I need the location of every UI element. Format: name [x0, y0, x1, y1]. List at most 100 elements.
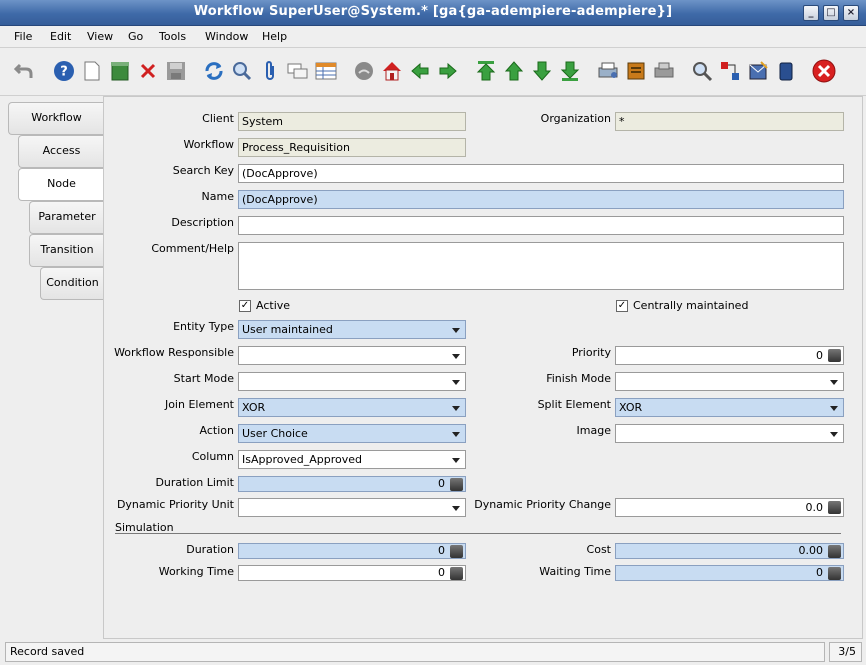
delete-icon[interactable]: [136, 59, 160, 83]
grid-toggle-icon[interactable]: [314, 59, 338, 83]
menu-go[interactable]: Go: [128, 30, 143, 43]
minimize-button[interactable]: _: [803, 5, 819, 21]
client-label: Client: [202, 112, 234, 125]
action-select[interactable]: User Choice: [238, 424, 466, 443]
menu-tools[interactable]: Tools: [159, 30, 186, 43]
tab-node[interactable]: Node: [18, 168, 104, 201]
help-icon[interactable]: ?: [52, 59, 76, 83]
join-select[interactable]: XOR: [238, 398, 466, 417]
previous-tab-icon[interactable]: [408, 59, 432, 83]
history-icon[interactable]: [352, 59, 376, 83]
responsible-label: Workflow Responsible: [114, 346, 234, 359]
menu-view[interactable]: View: [87, 30, 113, 43]
priority-field[interactable]: 0: [615, 346, 844, 365]
tab-transition[interactable]: Transition: [29, 234, 104, 267]
column-select[interactable]: IsApproved_Approved: [238, 450, 466, 469]
split-select[interactable]: XOR: [615, 398, 844, 417]
menu-bar: File Edit View Go Tools Window Help: [0, 26, 866, 48]
maximize-button[interactable]: □: [823, 5, 839, 21]
dpc-field[interactable]: 0.0: [615, 498, 844, 517]
save-icon[interactable]: [164, 59, 188, 83]
calculator-icon[interactable]: [828, 567, 841, 580]
tab-workflow[interactable]: Workflow: [8, 102, 104, 135]
node-form: Client System Organization * Workflow Pr…: [103, 96, 863, 639]
waitingtime-value: 0: [816, 566, 823, 579]
comment-label: Comment/Help: [151, 242, 234, 255]
attachment-icon[interactable]: [258, 59, 282, 83]
organization-label: Organization: [540, 112, 611, 125]
report-icon[interactable]: [596, 59, 620, 83]
calculator-icon[interactable]: [450, 567, 463, 580]
dpu-select[interactable]: [238, 498, 466, 517]
central-checkbox[interactable]: ✓: [616, 300, 628, 312]
responsible-select[interactable]: [238, 346, 466, 365]
first-record-icon[interactable]: [474, 59, 498, 83]
durationlimit-field[interactable]: 0: [238, 476, 466, 492]
organization-field[interactable]: *: [615, 112, 844, 131]
priority-label: Priority: [571, 346, 611, 359]
calculator-icon[interactable]: [828, 545, 841, 558]
menu-edit[interactable]: Edit: [50, 30, 71, 43]
description-field[interactable]: [238, 216, 844, 235]
request-icon[interactable]: [746, 59, 770, 83]
name-field[interactable]: (DocApprove): [238, 190, 844, 209]
title-bar: Workflow SuperUser@System.* [ga{ga-ademp…: [0, 0, 866, 26]
menu-window[interactable]: Window: [205, 30, 248, 43]
previous-record-icon[interactable]: [502, 59, 526, 83]
workingtime-field[interactable]: 0: [238, 565, 466, 581]
home-icon[interactable]: [380, 59, 404, 83]
new-record-icon[interactable]: [80, 59, 104, 83]
searchkey-field[interactable]: (DocApprove): [238, 164, 844, 183]
tab-parameter[interactable]: Parameter: [29, 201, 104, 234]
window-title: Workflow SuperUser@System.* [ga{ga-ademp…: [193, 4, 673, 19]
calculator-icon[interactable]: [828, 501, 841, 514]
action-label: Action: [199, 424, 234, 437]
column-label: Column: [191, 450, 234, 463]
finishmode-select[interactable]: [615, 372, 844, 391]
workflow-field[interactable]: Process_Requisition: [238, 138, 466, 157]
duration-field[interactable]: 0: [238, 543, 466, 559]
exit-icon[interactable]: [812, 59, 836, 83]
close-window-button[interactable]: ×: [843, 5, 859, 21]
cost-field[interactable]: 0.00: [615, 543, 844, 559]
copy-record-icon[interactable]: [108, 59, 132, 83]
comment-field[interactable]: [238, 242, 844, 290]
find-icon[interactable]: [230, 59, 254, 83]
status-message: Record saved: [5, 642, 825, 662]
tab-condition[interactable]: Condition: [40, 267, 104, 300]
calculator-icon[interactable]: [450, 478, 463, 491]
startmode-select[interactable]: [238, 372, 466, 391]
record-count[interactable]: 3/5: [829, 642, 862, 662]
toolbar: ?: [0, 48, 866, 96]
zoom-across-icon[interactable]: [690, 59, 714, 83]
image-label: Image: [576, 424, 611, 437]
tab-strip: Workflow Access Node Parameter Transitio…: [0, 96, 104, 640]
waitingtime-label: Waiting Time: [539, 565, 611, 578]
print-icon[interactable]: [652, 59, 676, 83]
next-record-icon[interactable]: [530, 59, 554, 83]
archive-icon[interactable]: [624, 59, 648, 83]
refresh-icon[interactable]: [202, 59, 226, 83]
chat-icon[interactable]: [286, 59, 310, 83]
image-select[interactable]: [615, 424, 844, 443]
calculator-icon[interactable]: [828, 349, 841, 362]
workingtime-label: Working Time: [158, 565, 234, 578]
duration-label: Duration: [186, 543, 234, 556]
menu-file[interactable]: File: [14, 30, 32, 43]
client-field[interactable]: System: [238, 112, 466, 131]
product-info-icon[interactable]: [774, 59, 798, 83]
svg-text:?: ?: [60, 65, 68, 80]
workflow-icon[interactable]: [718, 59, 742, 83]
menu-help[interactable]: Help: [262, 30, 287, 43]
workflow-label: Workflow: [183, 138, 234, 151]
waitingtime-field[interactable]: 0: [615, 565, 844, 581]
workingtime-value: 0: [438, 566, 445, 579]
next-tab-icon[interactable]: [436, 59, 460, 83]
entitytype-label: Entity Type: [173, 320, 234, 333]
last-record-icon[interactable]: [558, 59, 582, 83]
tab-access[interactable]: Access: [18, 135, 104, 168]
entitytype-select[interactable]: User maintained: [238, 320, 466, 339]
calculator-icon[interactable]: [450, 545, 463, 558]
active-checkbox[interactable]: ✓: [239, 300, 251, 312]
undo-icon[interactable]: [12, 59, 36, 83]
